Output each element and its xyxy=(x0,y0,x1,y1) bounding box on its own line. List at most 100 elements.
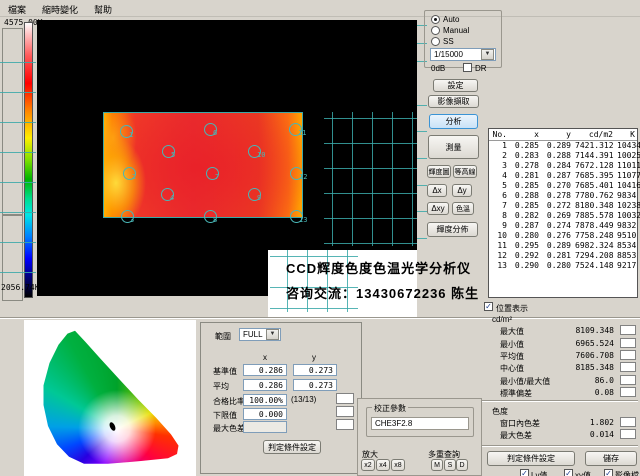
table-cell: 0.289 xyxy=(541,241,573,251)
color-temp-button[interactable]: 色溫 xyxy=(452,202,474,215)
status-box-1 xyxy=(336,393,354,404)
grid-line xyxy=(417,185,427,186)
measure-point-7: 7 xyxy=(206,167,219,180)
save-option-checkbox-1[interactable]: ✓ xyxy=(520,469,529,476)
table-row[interactable]: 80.2820.2697885.57810032 xyxy=(489,211,637,221)
lower-limit-field[interactable]: 0.000 xyxy=(243,408,287,420)
scale-min-label: 2056.74K xyxy=(1,283,40,292)
chroma-status-box xyxy=(620,417,636,427)
table-row[interactable]: 100.2800.2767758.2489510 xyxy=(489,231,637,241)
table-cell: 7758.248 xyxy=(573,231,615,241)
menu-item-1[interactable]: 檔案 xyxy=(0,0,34,19)
radio-manual[interactable] xyxy=(431,26,440,35)
range-select[interactable]: FULL ▼ xyxy=(239,328,281,341)
capture-button[interactable]: 影像擷取 xyxy=(428,95,479,108)
table-row[interactable]: 30.2780.2847672.12811011 xyxy=(489,161,637,171)
settings-button[interactable]: 設定 xyxy=(433,79,478,92)
table-cell: 0.295 xyxy=(509,241,541,251)
lower-limit-label: 下限值 xyxy=(213,410,237,421)
table-row[interactable]: 40.2810.2877685.39511077 xyxy=(489,171,637,181)
menu-item-3[interactable]: 幫助 xyxy=(86,0,120,19)
delta-y-button[interactable]: Δy xyxy=(452,184,472,197)
luminance-heatmap[interactable]: 12345678910111213 xyxy=(103,112,303,218)
save-option-checkbox-3[interactable]: ✓ xyxy=(604,469,613,476)
analyze-button[interactable]: 分析 xyxy=(429,114,478,129)
chroma-section-label: 色度 xyxy=(492,406,508,417)
measure-point-2: 2 xyxy=(123,167,136,180)
stat-value: 7606.708 xyxy=(540,351,614,360)
table-cell: 7878.449 xyxy=(573,221,615,231)
measure-table[interactable]: No.xycd/m2K 10.2850.2897421.3121043420.2… xyxy=(489,129,637,271)
multi-button-S[interactable]: S xyxy=(444,459,456,471)
avg-y-field[interactable]: 0.273 xyxy=(293,379,337,391)
contour-button[interactable]: 等高線 xyxy=(453,165,477,178)
chroma-status-box xyxy=(620,429,636,439)
zoom-x-button-x2[interactable]: x2 xyxy=(361,459,375,471)
table-row[interactable]: 90.2870.2747878.4499832 xyxy=(489,221,637,231)
measure-point-8: 8 xyxy=(204,210,217,223)
pass-rate-field: 100.00% xyxy=(243,394,287,406)
calibration-value-field[interactable]: CHE3F2.8 xyxy=(371,417,469,430)
col-x-header: x xyxy=(263,353,267,362)
avg-x-field[interactable]: 0.286 xyxy=(243,379,287,391)
menu-item-2[interactable]: 縮時變化 xyxy=(34,0,86,19)
zoom-x-button-x8[interactable]: x8 xyxy=(391,459,405,471)
table-row[interactable]: 20.2830.2887144.39110025 xyxy=(489,151,637,161)
save-button[interactable]: 儲存 xyxy=(585,451,637,466)
ref-x-field[interactable]: 0.286 xyxy=(243,364,287,376)
table-cell: 0.288 xyxy=(509,191,541,201)
table-cell: 0.281 xyxy=(541,251,573,261)
table-row[interactable]: 130.2900.2807524.1489217 xyxy=(489,261,637,271)
table-header-cell: K xyxy=(615,129,637,141)
multi-button-M[interactable]: M xyxy=(431,459,443,471)
dropdown-arrow-icon[interactable]: ▼ xyxy=(481,49,494,60)
table-row[interactable]: 110.2950.2896982.3248534 xyxy=(489,241,637,251)
exposure-group: Auto Manual SS 1/15000 ▼ 0dB DR xyxy=(424,10,502,68)
delta-x-button[interactable]: Δx xyxy=(427,184,447,197)
table-cell: 0.278 xyxy=(509,161,541,171)
zoom-x-button-x4[interactable]: x4 xyxy=(376,459,390,471)
cie-horseshoe[interactable] xyxy=(36,328,186,468)
table-cell: 10238 xyxy=(615,201,637,211)
luminance-dist-button[interactable]: 輝度分佈 xyxy=(427,222,478,237)
max-colordiff-field[interactable] xyxy=(243,421,287,433)
radio-auto[interactable] xyxy=(431,15,440,24)
measure-point-11: 11 xyxy=(289,123,302,136)
table-cell: 0.274 xyxy=(541,221,573,231)
dr-label: DR xyxy=(475,64,487,73)
table-row[interactable]: 10.2850.2897421.31210434 xyxy=(489,141,637,152)
chroma-judge-panel: 範圍 FULL ▼ x y 基準值 0.286 0.273 平均 0.286 0… xyxy=(200,322,362,474)
table-cell: 8534 xyxy=(615,241,637,251)
table-cell: 10434 xyxy=(615,141,637,152)
table-cell: 11011 xyxy=(615,161,637,171)
shutter-select[interactable]: 1/15000 ▼ xyxy=(430,48,496,61)
table-row[interactable]: 70.2850.2728180.34810238 xyxy=(489,201,637,211)
luminance-map-button[interactable]: 輝度圖 xyxy=(427,165,451,178)
table-row[interactable]: 120.2920.2817294.2088853 xyxy=(489,251,637,261)
save-option-checkbox-2[interactable]: ✓ xyxy=(564,469,573,476)
measure-point-1: 1 xyxy=(120,125,133,138)
stats-divider xyxy=(482,400,638,402)
table-cell: 0.281 xyxy=(509,171,541,181)
judge-condition-button-2[interactable]: 判定條件設定 xyxy=(487,451,575,466)
calibration-panel: 校正參數 CHE3F2.8 放大 x2x4x8 多重查詢 MSD xyxy=(357,398,482,476)
dr-checkbox[interactable] xyxy=(463,63,472,72)
measure-point-9: 9 xyxy=(248,188,261,201)
radio-ss[interactable] xyxy=(431,37,440,46)
delta-xy-button[interactable]: Δxy xyxy=(427,202,449,215)
table-cell: 8853 xyxy=(615,251,637,261)
ref-y-field[interactable]: 0.273 xyxy=(293,364,337,376)
table-header-cell: cd/m2 xyxy=(573,129,615,141)
table-row[interactable]: 50.2850.2707685.40110416 xyxy=(489,181,637,191)
table-cell: 0.284 xyxy=(541,161,573,171)
stat-status-box xyxy=(620,338,636,348)
dropdown-arrow-icon[interactable]: ▼ xyxy=(266,329,279,340)
judge-condition-button[interactable]: 判定條件設定 xyxy=(263,440,321,454)
multi-button-D[interactable]: D xyxy=(456,459,468,471)
radio-auto-label: Auto xyxy=(443,15,459,24)
table-cell: 11077 xyxy=(615,171,637,181)
table-cell: 11 xyxy=(489,241,509,251)
position-display-checkbox[interactable]: ✓ xyxy=(484,302,493,311)
table-row[interactable]: 60.2880.2787780.7629834 xyxy=(489,191,637,201)
measure-button[interactable]: 測量 xyxy=(428,135,479,159)
